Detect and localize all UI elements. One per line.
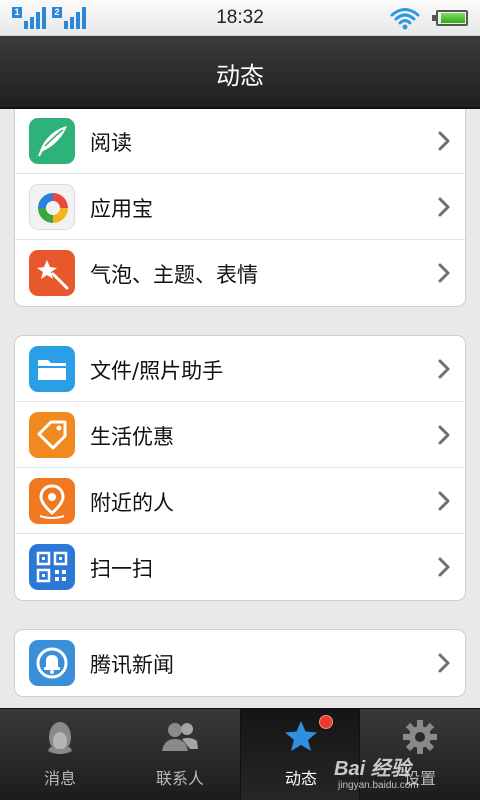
chevron-right-icon [438,131,450,151]
app-store-icon [29,184,75,230]
magic-wand-icon [29,250,75,296]
page-title: 动态 [216,62,264,90]
battery-level [441,13,465,23]
card-group-2: 文件/照片助手 生活优惠 附近的人 扫一扫 [14,335,466,601]
list-item-label: 阅读 [90,131,132,155]
list-item-scan[interactable]: 扫一扫 [15,534,465,600]
folder-icon [29,346,75,392]
notification-badge [319,715,333,729]
chevron-right-icon [438,557,450,577]
location-pin-icon [29,478,75,524]
card-group-3: 腾讯新闻 [14,629,466,697]
list-item-label: 生活优惠 [90,425,174,449]
list-item-label: 扫一扫 [90,557,153,581]
chevron-right-icon [438,425,450,445]
list-item-label: 腾讯新闻 [90,653,174,677]
reading-feather-icon [29,118,75,164]
star-icon [285,721,317,751]
list-item-nearby-people[interactable]: 附近的人 [15,468,465,534]
list-item-label: 气泡、主题、表情 [90,263,258,287]
list-item-file-assistant[interactable]: 文件/照片助手 [15,336,465,402]
list-item-label: 应用宝 [90,197,153,221]
baidu-watermark: Bai 经验 jingyan.baidu.com [330,752,480,800]
tab-label: 联系人 [155,769,204,788]
battery-icon [432,10,468,26]
content-area[interactable]: 阅读 应用宝 气泡、主题、表情 文件/照片助手 生活优惠 附近的人 扫一扫 腾讯… [0,109,480,708]
chevron-right-icon [438,653,450,673]
wifi-icon [390,8,420,30]
tab-messages[interactable]: 消息 [0,709,120,800]
title-bar: 动态 [0,36,480,109]
list-item-label: 附近的人 [90,491,174,515]
list-item-label: 文件/照片助手 [90,359,224,383]
chevron-right-icon [438,359,450,379]
status-bar: 1 2 18:32 [0,0,480,36]
qr-code-icon [29,544,75,590]
list-item-tencent-news[interactable]: 腾讯新闻 [15,630,465,696]
list-item-reading[interactable]: 阅读 [15,109,465,174]
watermark-url: jingyan.baidu.com [338,780,419,791]
list-item-app-store[interactable]: 应用宝 [15,174,465,240]
list-item-life-deals[interactable]: 生活优惠 [15,402,465,468]
chevron-right-icon [438,197,450,217]
contacts-icon [162,723,198,751]
news-bell-icon [29,640,75,686]
tag-icon [29,412,75,458]
chevron-right-icon [438,263,450,283]
gear-icon [403,720,437,754]
penguin-icon [48,722,72,754]
chevron-right-icon [438,491,450,511]
list-item-themes[interactable]: 气泡、主题、表情 [15,240,465,306]
tab-label: 消息 [43,769,76,788]
tab-contacts[interactable]: 联系人 [120,709,240,800]
card-group-1: 阅读 应用宝 气泡、主题、表情 [14,109,466,307]
watermark-brand: Bai 经验 [334,758,411,780]
